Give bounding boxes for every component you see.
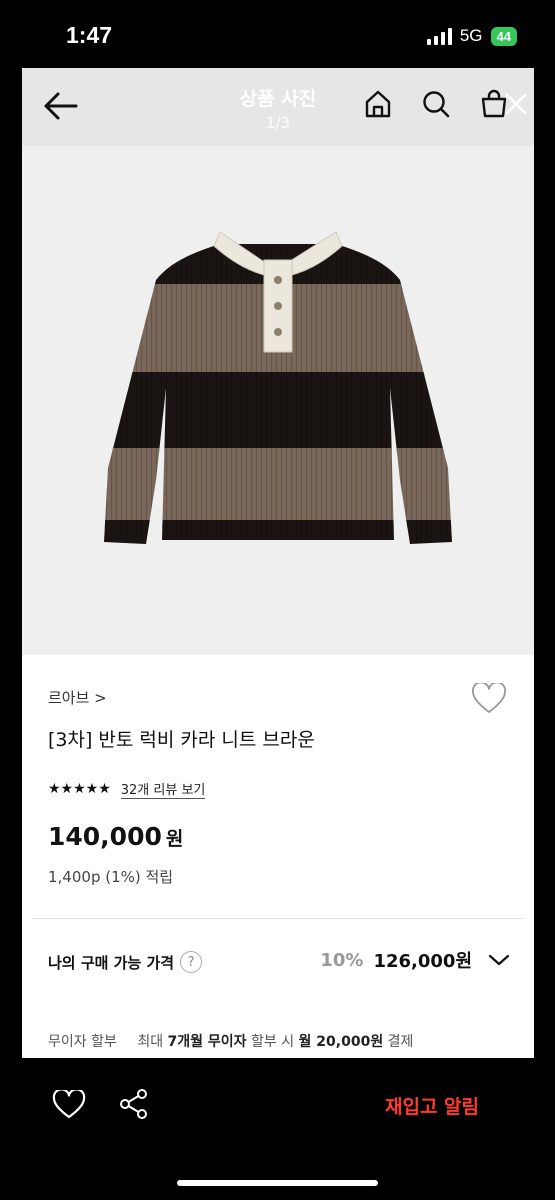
installment-b1: 7개월 무이자 bbox=[167, 1034, 247, 1050]
my-price-text: 나의 구매 가능 가격 bbox=[48, 953, 175, 972]
price-value: 140,000 bbox=[48, 822, 162, 851]
chevron-down-icon[interactable] bbox=[488, 953, 510, 967]
status-time: 1:47 bbox=[66, 22, 113, 48]
installment-p1: 최대 bbox=[137, 1034, 164, 1050]
discounted-price: 126,000원 bbox=[373, 951, 472, 972]
product-gallery[interactable]: 상품 사진 1/3 bbox=[22, 68, 534, 655]
home-indicator bbox=[177, 1180, 378, 1186]
discount-rate: 10% bbox=[320, 949, 364, 971]
signal-icon bbox=[426, 27, 452, 45]
product-price: 140,000 원 bbox=[48, 822, 183, 851]
divider bbox=[32, 918, 524, 919]
share-icon[interactable] bbox=[118, 1088, 150, 1120]
bottom-action-bar: 재입고 알림 bbox=[0, 1058, 555, 1200]
installment-p2: 할부 시 bbox=[251, 1034, 295, 1050]
battery-icon: 44 bbox=[490, 26, 517, 46]
question-icon[interactable]: ? bbox=[180, 951, 203, 973]
close-icon[interactable] bbox=[500, 88, 532, 120]
search-icon[interactable] bbox=[420, 88, 452, 120]
points-info: 1,400p (1%) 적립 bbox=[48, 868, 174, 886]
installment-label: 무이자 할부 bbox=[48, 1034, 117, 1050]
product-name: [3차] 반토 럭비 카라 니트 브라운 bbox=[48, 729, 315, 751]
review-link[interactable]: 32개 리뷰 보기 bbox=[120, 779, 206, 799]
page-title: 상품 사진 bbox=[239, 88, 317, 110]
restock-alert-button[interactable]: 재입고 알림 bbox=[385, 1092, 479, 1119]
status-bar: 1:47 5G 44 bbox=[0, 0, 555, 68]
star-rating: ★★★★★ bbox=[48, 781, 111, 797]
product-screen: 상품 사진 1/3 르아브 > [3차] 반토 럭비 카라 니트 브라운 ★★★… bbox=[22, 68, 534, 1058]
my-price-label: 나의 구매 가능 가격 ? bbox=[48, 951, 203, 973]
home-icon[interactable] bbox=[362, 88, 394, 120]
installment-b2: 월 20,000원 bbox=[298, 1034, 384, 1050]
price-unit: 원 bbox=[165, 828, 184, 850]
status-indicators: 5G 44 bbox=[426, 26, 517, 46]
network-label: 5G bbox=[459, 26, 483, 45]
brand-link[interactable]: 르아브 > bbox=[48, 687, 107, 708]
image-counter: 1/3 bbox=[265, 114, 291, 132]
heart-icon[interactable] bbox=[471, 683, 507, 715]
rating-row: ★★★★★ 32개 리뷰 보기 bbox=[48, 779, 206, 799]
sweater-product-image bbox=[104, 231, 452, 544]
my-price-toggle[interactable]: 10% 126,000원 bbox=[320, 947, 510, 973]
installment-info: 무이자 할부 최대 7개월 무이자 할부 시 월 20,000원 결제 bbox=[48, 1031, 413, 1051]
installment-p3: 결제 bbox=[387, 1034, 414, 1050]
heart-icon[interactable] bbox=[52, 1090, 86, 1120]
